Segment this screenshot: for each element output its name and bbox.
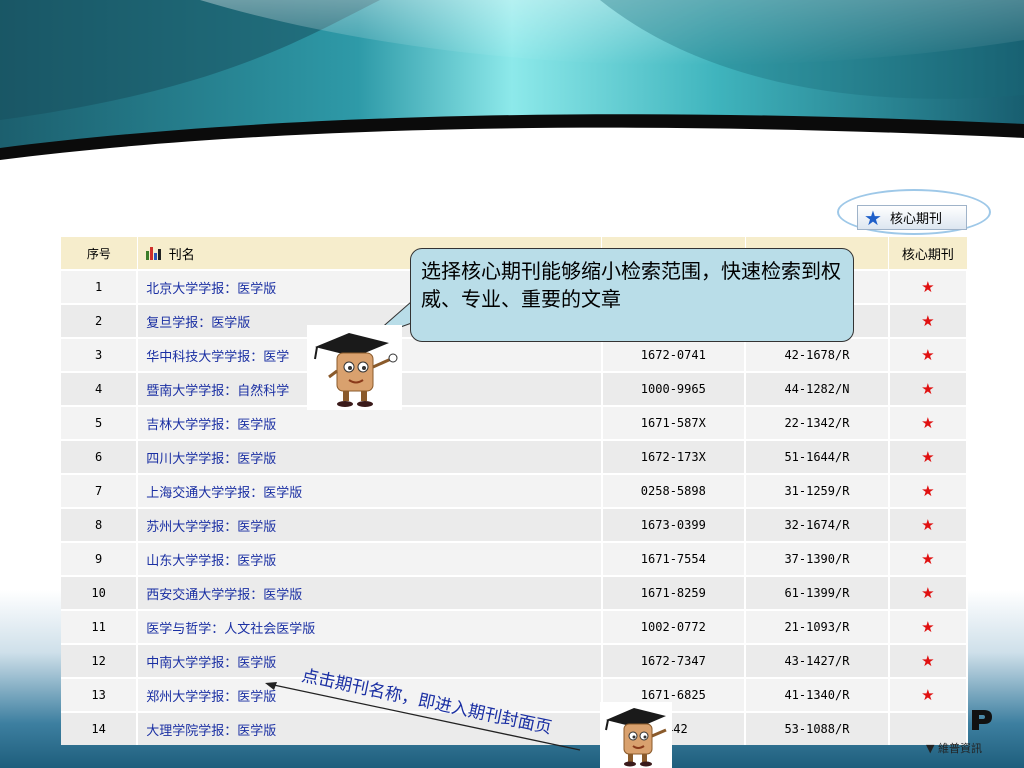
table-row: 9 山东大学学报：医学版 1671-7554 37-1390/R ★	[61, 541, 969, 576]
journal-name-link[interactable]: 上海交通大学学报：医学版	[137, 473, 603, 508]
cell-no: 11	[61, 609, 139, 644]
cell-issn: 1672-0741	[601, 337, 747, 372]
cell-no: 12	[61, 643, 139, 678]
table-row: 6 四川大学学报：医学版 1672-173X 51-1644/R ★	[61, 439, 969, 474]
cell-cn: 37-1390/R	[745, 541, 890, 576]
core-journal-button-label: 核心期刊	[889, 212, 942, 227]
table-row: 4 暨南大学学报：自然科学 1000-9965 44-1282/N ★	[61, 371, 969, 406]
core-star-icon: ★	[888, 507, 969, 542]
cell-issn: 1671-7554	[601, 541, 747, 576]
core-star-icon: ★	[888, 677, 969, 712]
cell-issn: 1000-9965	[601, 371, 747, 406]
cell-issn: 1672-173X	[601, 439, 747, 474]
core-star-icon: ★	[888, 575, 969, 610]
mascot-image	[307, 325, 402, 410]
table-row: 8 苏州大学学报：医学版 1673-0399 32-1674/R ★	[61, 507, 969, 542]
cell-cn: 61-1399/R	[745, 575, 890, 610]
cell-issn: 1671-587X	[601, 405, 747, 440]
cell-no: 2	[61, 303, 139, 338]
cell-cn: 41-1340/R	[745, 677, 890, 712]
star-icon: ★	[864, 205, 882, 230]
table-row: 11 医学与哲学：人文社会医学版 1002-0772 21-1093/R ★	[61, 609, 969, 644]
vip-logo-text: ▼ 維普資訊	[926, 742, 982, 755]
cell-cn: 31-1259/R	[745, 473, 890, 508]
table-row: 7 上海交通大学学报：医学版 0258-5898 31-1259/R ★	[61, 473, 969, 508]
cell-no: 14	[61, 711, 139, 745]
table-row: 5 吉林大学学报：医学版 1671-587X 22-1342/R ★	[61, 405, 969, 440]
cell-no: 7	[61, 473, 139, 508]
journal-name-link[interactable]: 西安交通大学学报：医学版	[137, 575, 603, 610]
core-star-icon: ★	[888, 371, 969, 406]
header-core[interactable]: 核心期刊	[888, 237, 968, 270]
journal-name-link[interactable]: 医学与哲学：人文社会医学版	[137, 609, 603, 644]
cell-cn: 21-1093/R	[745, 609, 890, 644]
cell-issn: 1673-0399	[601, 507, 747, 542]
core-star-icon: ★	[888, 643, 969, 678]
table-row: 3 华中科技大学学报：医学 1672-0741 42-1678/R ★	[61, 337, 969, 372]
journal-name-link[interactable]: 吉林大学学报：医学版	[137, 405, 603, 440]
cell-no: 3	[61, 337, 139, 372]
cell-no: 6	[61, 439, 139, 474]
cell-cn: 43-1427/R	[745, 643, 890, 678]
core-star-icon: ★	[888, 303, 969, 338]
cell-no: 10	[61, 575, 139, 610]
cell-cn: 53-1088/R	[745, 711, 890, 745]
core-star-icon: ★	[888, 609, 969, 644]
cell-cn: 42-1678/R	[745, 337, 890, 372]
cell-issn: 1002-0772	[601, 609, 747, 644]
journal-name-link[interactable]: 山东大学学报：医学版	[137, 541, 603, 576]
cell-issn: 1671-8259	[601, 575, 747, 610]
callout-box: 选择核心期刊能够缩小检索范围，快速检索到权威、专业、重要的文章	[410, 248, 854, 342]
journal-name-link[interactable]: 苏州大学学报：医学版	[137, 507, 603, 542]
core-star-icon: ★	[888, 439, 969, 474]
cell-no: 4	[61, 371, 139, 406]
core-star-icon: ★	[888, 473, 969, 508]
core-star-icon: ★	[888, 541, 969, 576]
mascot-image	[600, 702, 672, 768]
bar-chart-icon	[145, 246, 161, 260]
core-star-icon: ★	[888, 337, 969, 372]
cell-cn: 32-1674/R	[745, 507, 890, 542]
cell-no: 9	[61, 541, 139, 576]
cell-issn: 1672-7347	[601, 643, 747, 678]
core-journal-button[interactable]: ★ 核心期刊	[857, 205, 967, 230]
header-no[interactable]: 序号	[61, 237, 138, 270]
journal-name-link[interactable]: 四川大学学报：医学版	[137, 439, 603, 474]
cell-issn: 0258-5898	[601, 473, 747, 508]
core-star-icon: ★	[888, 405, 969, 440]
cell-cn: 44-1282/N	[745, 371, 890, 406]
cell-no: 13	[61, 677, 139, 712]
table-row: 10 西安交通大学学报：医学版 1671-8259 61-1399/R ★	[61, 575, 969, 610]
core-star-icon: ★	[888, 269, 969, 304]
cell-no: 5	[61, 405, 139, 440]
cell-cn: 51-1644/R	[745, 439, 890, 474]
cell-no: 8	[61, 507, 139, 542]
cell-no: 1	[61, 269, 139, 304]
cell-cn: 22-1342/R	[745, 405, 890, 440]
header-decoration	[0, 0, 1024, 170]
header-name-label: 刊名	[168, 247, 195, 263]
vip-logo-icon	[972, 710, 992, 730]
